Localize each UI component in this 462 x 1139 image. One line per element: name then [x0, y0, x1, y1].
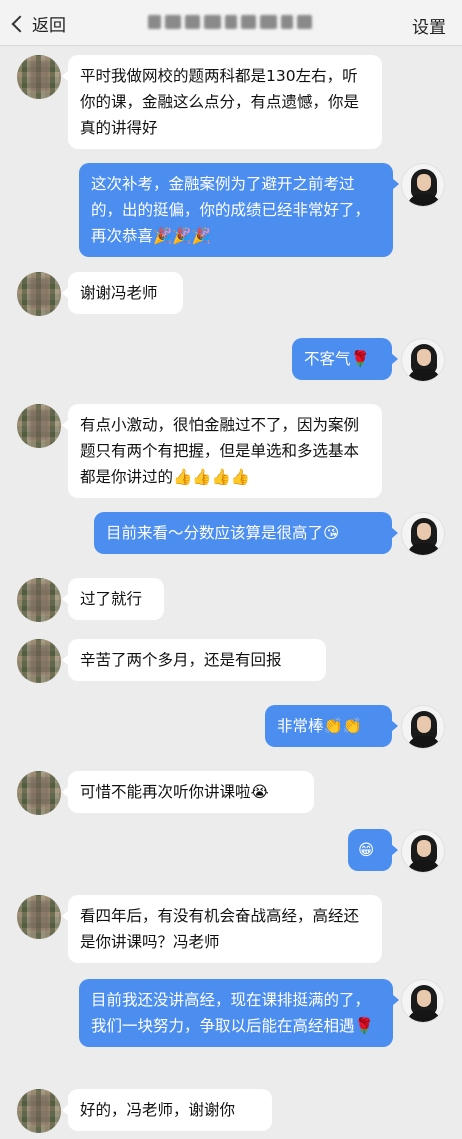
message-bubble-outgoing: 非常棒👏👏 — [265, 705, 398, 747]
teacher-avatar[interactable] — [401, 163, 445, 207]
sender-avatar[interactable] — [17, 771, 61, 815]
message-bubble-incoming: 过了就行 — [62, 578, 164, 620]
message-bubble-incoming: 可惜不能再次听你讲课啦😭 — [62, 771, 314, 813]
message-bubble-incoming: 好的，冯老师，谢谢你 — [62, 1089, 272, 1131]
message-bubble-outgoing: 不客气🌹 — [292, 338, 398, 380]
message-bubble-outgoing: 😁 — [348, 829, 398, 871]
teacher-avatar[interactable] — [401, 705, 445, 749]
sender-avatar[interactable] — [17, 1089, 61, 1133]
message-bubble-outgoing: 目前来看～分数应该算是很高了😘 — [94, 512, 398, 554]
message-bubble-incoming: 谢谢冯老师 — [62, 272, 183, 314]
sender-avatar[interactable] — [17, 639, 61, 683]
teacher-avatar[interactable] — [401, 338, 445, 382]
message-bubble-outgoing: 这次补考，金融案例为了避开之前考过的，出的挺偏，你的成绩已经非常好了，再次恭喜🎉… — [79, 163, 399, 257]
sender-avatar[interactable] — [17, 55, 61, 99]
message-bubble-incoming: 看四年后，有没有机会奋战高经，高经还是你讲课吗？冯老师 — [62, 895, 382, 963]
teacher-avatar[interactable] — [401, 512, 445, 556]
settings-button[interactable]: 设置 — [412, 13, 446, 38]
back-button[interactable]: 返回 — [11, 9, 66, 37]
chevron-left-icon — [11, 15, 29, 32]
teacher-avatar[interactable] — [401, 829, 445, 873]
sender-avatar[interactable] — [17, 272, 61, 316]
message-bubble-outgoing: 目前我还没讲高经，现在课排挺满的了，我们一块努力，争取以后能在高经相遇🌹 — [79, 979, 399, 1047]
teacher-avatar[interactable] — [401, 979, 445, 1023]
message-bubble-incoming: 辛苦了两个多月，还是有回报 — [62, 639, 326, 681]
chat-title-redacted — [148, 12, 312, 32]
sender-avatar[interactable] — [17, 895, 61, 939]
message-bubble-incoming: 有点小激动，很怕金融过不了，因为案例题只有两个有把握，但是单选和多选基本都是你讲… — [62, 404, 382, 498]
back-label: 返回 — [32, 15, 66, 36]
chat-header: 返回 设置 — [0, 0, 462, 46]
message-bubble-incoming: 平时我做网校的题两科都是130左右，听你的课，金融这么点分，有点遗憾，你是真的讲… — [62, 55, 382, 149]
sender-avatar[interactable] — [17, 404, 61, 448]
sender-avatar[interactable] — [17, 578, 61, 622]
